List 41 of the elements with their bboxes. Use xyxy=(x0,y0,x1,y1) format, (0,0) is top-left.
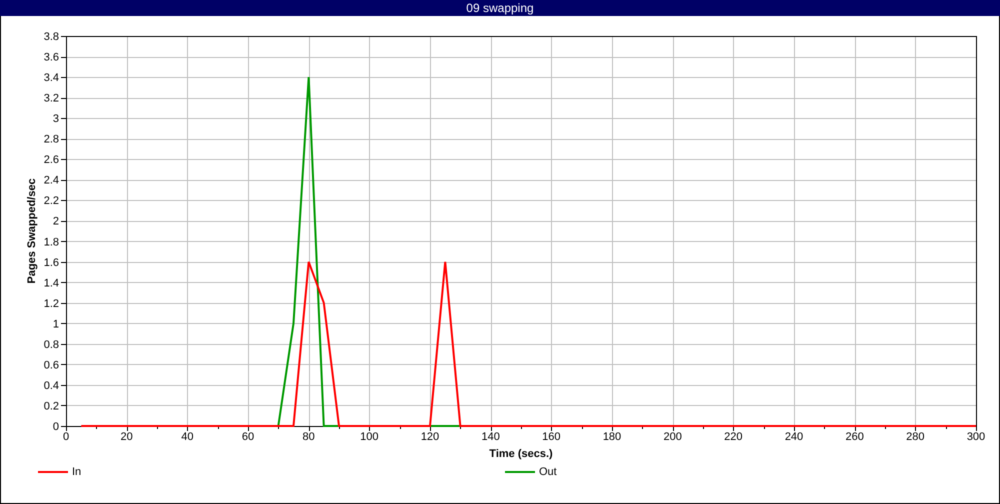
window-title: 09 swapping xyxy=(0,0,1000,16)
x-tick-label: 280 xyxy=(906,431,925,443)
x-tick-label: 0 xyxy=(62,431,70,443)
y-tick-label: 2.4 xyxy=(44,174,59,187)
x-tick-label: 300 xyxy=(966,431,986,443)
y-tick-label: 3.4 xyxy=(44,72,59,84)
y-tick-label: 0.2 xyxy=(44,400,59,412)
y-tick-label: 1.8 xyxy=(44,236,59,248)
y-tick-label: 3.2 xyxy=(44,92,59,105)
y-tick-label: 2.2 xyxy=(44,195,59,208)
legend-label: In xyxy=(72,466,82,478)
y-tick-label: 1 xyxy=(52,318,59,330)
legend-label: Out xyxy=(539,466,557,478)
x-tick-label: 20 xyxy=(120,431,133,443)
y-tick-label: 1.6 xyxy=(44,256,59,269)
x-tick-label: 180 xyxy=(602,431,622,443)
y-tick-label: 3 xyxy=(52,113,59,126)
y-tick-label: 0.6 xyxy=(44,359,59,372)
x-tick-label: 160 xyxy=(542,431,561,443)
x-tick-label: 80 xyxy=(302,431,315,443)
x-tick-label: 40 xyxy=(181,431,194,443)
x-tick-label: 140 xyxy=(481,431,500,443)
y-tick-label: 3.8 xyxy=(44,31,59,43)
x-tick-label: 220 xyxy=(724,431,743,443)
x-tick-label: 60 xyxy=(242,431,254,443)
x-tick-label: 260 xyxy=(845,431,864,443)
y-tick-label: 0 xyxy=(52,421,59,433)
y-axis-title: Pages Swapped/sec xyxy=(26,178,38,284)
x-axis-title: Time (secs.) xyxy=(489,448,553,460)
y-tick-label: 1.2 xyxy=(44,298,59,310)
x-tick-label: 200 xyxy=(663,431,682,443)
y-tick-label: 1.4 xyxy=(44,277,59,290)
y-tick-label: 3.6 xyxy=(44,52,59,64)
x-tick-label: 120 xyxy=(420,431,440,443)
x-tick-label: 240 xyxy=(784,431,804,443)
x-tick-label: 100 xyxy=(360,431,379,443)
y-tick-label: 2.8 xyxy=(44,134,59,146)
y-tick-label: 2 xyxy=(52,216,59,228)
y-tick-label: 0.8 xyxy=(44,338,59,351)
y-tick-label: 0.4 xyxy=(44,380,59,392)
y-tick-label: 2.6 xyxy=(44,154,59,166)
